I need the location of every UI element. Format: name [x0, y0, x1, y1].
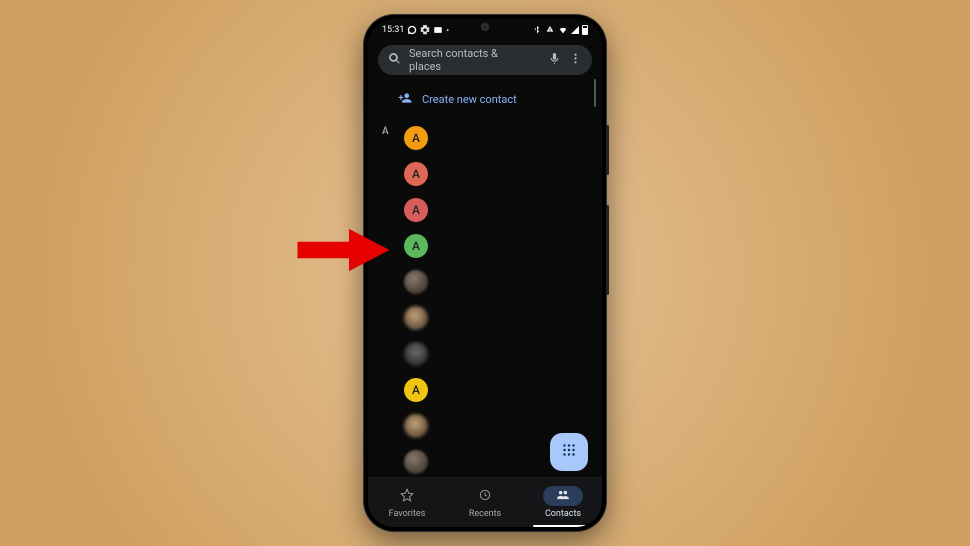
search-placeholder: Search contacts & places: [409, 47, 532, 73]
contact-avatar: [404, 270, 428, 294]
screen: 15:31 • Search contacts & places: [368, 19, 602, 527]
battery-icon: [582, 25, 588, 35]
contact-avatar: A: [404, 378, 428, 402]
contact-row[interactable]: A: [404, 228, 602, 264]
people-icon: [556, 488, 570, 505]
scroll-indicator: [594, 79, 596, 107]
clock: 15:31: [382, 25, 404, 35]
contact-avatar: [404, 342, 428, 366]
nav-label: Favorites: [389, 509, 426, 519]
create-label: Create new contact: [422, 93, 517, 106]
do-not-disturb-icon: [545, 25, 555, 35]
person-add-icon: [398, 91, 412, 108]
contact-avatar: [404, 414, 428, 438]
nav-favorites[interactable]: Favorites: [368, 478, 446, 527]
nav-contacts[interactable]: Contacts: [524, 478, 602, 527]
contact-avatar: [404, 450, 428, 474]
contact-avatar: A: [404, 234, 428, 258]
nav-label: Recents: [469, 509, 501, 519]
contact-row[interactable]: A: [404, 192, 602, 228]
star-icon: [400, 488, 414, 505]
contact-row[interactable]: [404, 336, 602, 372]
phone-frame: 15:31 • Search contacts & places: [364, 15, 606, 531]
search-bar[interactable]: Search contacts & places: [378, 45, 592, 75]
message-icon: [433, 25, 443, 35]
contact-row[interactable]: A: [404, 156, 602, 192]
section-header: A: [382, 126, 389, 137]
more-menu-icon[interactable]: [569, 52, 582, 68]
front-camera: [481, 23, 489, 31]
settings-icon: [420, 25, 430, 35]
dialpad-icon: [560, 441, 578, 463]
signal-icon: [571, 26, 579, 34]
wifi-icon: [558, 25, 568, 35]
more-icon: •: [446, 26, 449, 35]
contact-avatar: [404, 306, 428, 330]
contact-avatar: A: [404, 162, 428, 186]
nav-recents[interactable]: Recents: [446, 478, 524, 527]
create-new-contact[interactable]: Create new contact: [368, 79, 602, 120]
dialpad-fab[interactable]: [550, 433, 588, 471]
mic-icon[interactable]: [548, 52, 561, 68]
contact-row[interactable]: A: [404, 372, 602, 408]
contact-row[interactable]: [404, 264, 602, 300]
clock-icon: [478, 488, 492, 505]
contact-list[interactable]: A AAAAAA: [368, 120, 602, 477]
contact-avatar: A: [404, 198, 428, 222]
whatsapp-icon: [407, 25, 417, 35]
contact-row[interactable]: [404, 300, 602, 336]
bluetooth-icon: [532, 25, 542, 35]
bottom-nav: Favorites Recents Contacts: [368, 477, 602, 527]
search-icon: [388, 52, 401, 68]
nav-label: Contacts: [545, 509, 581, 519]
contact-row[interactable]: A: [404, 120, 602, 156]
contact-avatar: A: [404, 126, 428, 150]
